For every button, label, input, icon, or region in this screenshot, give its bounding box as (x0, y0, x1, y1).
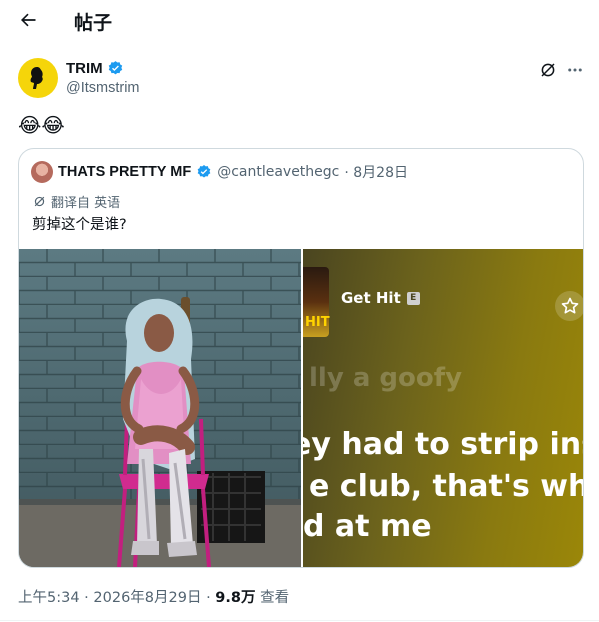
song-title: Get Hit (341, 289, 401, 307)
more-horizontal-icon (568, 68, 582, 72)
lyric-line-faded: lly a goofy (309, 363, 463, 393)
tweet-meta: 上午5:34 · 2026年8月29日 · 9.8万 查看 (18, 586, 289, 607)
quote-author-handle[interactable]: @cantleavethegc (217, 164, 339, 180)
arrow-left-icon (21, 13, 36, 27)
quote-author-avatar[interactable] (31, 161, 53, 183)
quote-author-name[interactable]: THATS PRETTY MF (58, 164, 191, 180)
photo-illustration (19, 249, 301, 567)
quoted-tweet[interactable]: THATS PRETTY MF @cantleavethegc · 8月28日 … (18, 148, 584, 568)
translation-label: 翻译自 英语 (51, 196, 121, 211)
top-bar: 帖子 (0, 0, 599, 40)
album-thumbnail[interactable]: HIT (303, 267, 330, 337)
views-label: 查看 (255, 590, 290, 606)
tweet-timestamp[interactable]: 上午5:34 · 2026年8月29日 · (18, 590, 215, 606)
quote-date[interactable]: · 8月28日 (344, 162, 408, 182)
quote-media[interactable]: HIT Get Hit E lly a goofy ey had to stri… (19, 249, 583, 567)
lyric-line: e club, that's why th (309, 469, 583, 504)
translation-note[interactable]: 翻译自 英语 (33, 192, 120, 211)
divider (0, 620, 599, 621)
song-title-row: Get Hit E (341, 289, 420, 307)
views-count: 9.8万 (215, 590, 256, 606)
star-outline-icon (561, 297, 579, 314)
author-avatar[interactable] (18, 58, 58, 98)
verified-badge-icon (108, 61, 122, 75)
verified-badge-icon (197, 165, 211, 178)
tweet-text: 😂😂 (18, 113, 65, 137)
silhouette-logo-icon (30, 67, 43, 89)
grok-icon (541, 63, 555, 77)
back-button[interactable] (14, 6, 42, 34)
page-title: 帖子 (74, 12, 113, 34)
photo-image[interactable] (19, 249, 301, 567)
author-name[interactable]: TRIM (66, 60, 103, 77)
favorite-button[interactable] (555, 291, 583, 321)
quote-text: 剪掉这个是谁? (32, 217, 127, 233)
thumbnail-text: HIT (305, 315, 330, 330)
author-name-row[interactable]: TRIM (66, 60, 124, 77)
lyric-line: d at me (303, 509, 432, 544)
more-options-button[interactable] (563, 59, 587, 81)
explicit-badge: E (406, 291, 420, 305)
video-card[interactable]: HIT Get Hit E lly a goofy ey had to stri… (303, 249, 583, 567)
lyric-line: ey had to strip insid (303, 427, 583, 462)
grok-button[interactable] (537, 59, 559, 81)
quote-header: THATS PRETTY MF @cantleavethegc · 8月28日 (31, 161, 408, 183)
author-handle[interactable]: @Itsmstrim (66, 80, 140, 96)
grok-icon (34, 196, 45, 207)
